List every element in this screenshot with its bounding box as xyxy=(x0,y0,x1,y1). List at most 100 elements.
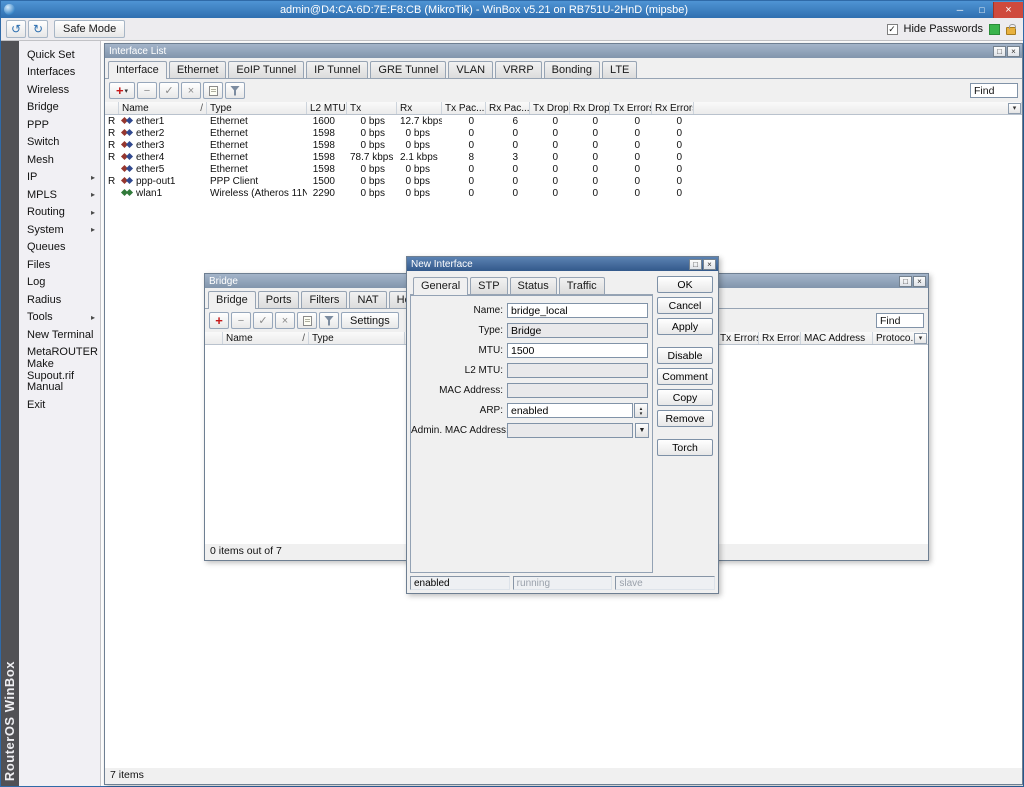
ok-button[interactable]: OK xyxy=(657,276,713,293)
tab-status[interactable]: Status xyxy=(510,277,557,294)
sidebar-item-mesh[interactable]: Mesh xyxy=(19,151,100,169)
bridge-settings-button[interactable]: Settings xyxy=(341,312,399,329)
torch-button[interactable]: Torch xyxy=(657,439,713,456)
column-rx-errors[interactable]: Rx Errors xyxy=(652,102,694,114)
sidebar-item-system[interactable]: System▸ xyxy=(19,221,100,239)
sidebar-item-tools[interactable]: Tools▸ xyxy=(19,309,100,327)
column-flags[interactable] xyxy=(105,102,119,114)
close-button[interactable]: × xyxy=(993,2,1023,18)
column-mac-address[interactable]: MAC Address xyxy=(801,332,873,344)
interface-list-titlebar[interactable]: Interface List □ × xyxy=(105,44,1022,58)
disable-button[interactable]: Disable xyxy=(657,347,713,364)
filter-button[interactable] xyxy=(319,312,339,329)
remove-bridge-button[interactable]: − xyxy=(231,312,251,329)
find-box[interactable]: Find xyxy=(876,313,924,328)
enable-bridge-button[interactable]: ✓ xyxy=(253,312,273,329)
sidebar-item-radius[interactable]: Radius xyxy=(19,291,100,309)
hide-passwords-checkbox[interactable]: ✓ xyxy=(887,24,898,35)
find-box[interactable]: Find xyxy=(970,83,1018,98)
interface-row[interactable]: wlan1 Wireless (Atheros 11N) 2290 0 bps … xyxy=(105,187,1022,199)
tab-interface[interactable]: Interface xyxy=(108,61,167,79)
new-interface-titlebar[interactable]: New Interface □ × xyxy=(407,257,718,271)
tab-lte[interactable]: LTE xyxy=(602,61,637,78)
sidebar-item-bridge[interactable]: Bridge xyxy=(19,99,100,117)
sidebar-item-exit[interactable]: Exit xyxy=(19,396,100,414)
tab-gre-tunnel[interactable]: GRE Tunnel xyxy=(370,61,446,78)
mtu-field[interactable] xyxy=(507,343,648,358)
column-name[interactable]: Name/ xyxy=(223,332,309,344)
tab-vrrp[interactable]: VRRP xyxy=(495,61,542,78)
comment-button[interactable]: Comment xyxy=(657,368,713,385)
interface-row[interactable]: R ether2 Ethernet 1598 0 bps 0 bps 0 0 0… xyxy=(105,127,1022,139)
interface-row[interactable]: R ether3 Ethernet 1598 0 bps 0 bps 0 0 0… xyxy=(105,139,1022,151)
arp-combobox[interactable]: enabled xyxy=(507,403,633,418)
disable-interface-button[interactable]: × xyxy=(181,82,201,99)
app-titlebar[interactable]: admin@D4:CA:6D:7E:F8:CB (MikroTik) - Win… xyxy=(1,1,1023,18)
column-l2mtu[interactable]: L2 MTU xyxy=(307,102,347,114)
name-field[interactable] xyxy=(507,303,648,318)
redo-button[interactable]: ↻ xyxy=(28,20,48,38)
bridge-restore-button[interactable]: □ xyxy=(899,276,912,287)
sidebar-item-interfaces[interactable]: Interfaces xyxy=(19,64,100,82)
tab-bridge[interactable]: Bridge xyxy=(208,291,256,309)
comment-button[interactable] xyxy=(297,312,317,329)
sidebar-item-new-terminal[interactable]: New Terminal xyxy=(19,326,100,344)
sidebar-item-files[interactable]: Files xyxy=(19,256,100,274)
tab-general[interactable]: General xyxy=(413,277,468,295)
tab-stp[interactable]: STP xyxy=(470,277,507,294)
cancel-button[interactable]: Cancel xyxy=(657,297,713,314)
comment-button[interactable] xyxy=(203,82,223,99)
sidebar-item-wireless[interactable]: Wireless xyxy=(19,81,100,99)
column-tx-packet[interactable]: Tx Pac... xyxy=(442,102,486,114)
column-type[interactable]: Type xyxy=(309,332,405,344)
column-flags[interactable] xyxy=(205,332,223,344)
column-tx-errors[interactable]: Tx Errors xyxy=(610,102,652,114)
enable-interface-button[interactable]: ✓ xyxy=(159,82,179,99)
column-rx[interactable]: Rx xyxy=(397,102,442,114)
remove-interface-button[interactable]: − xyxy=(137,82,157,99)
interface-list-restore-button[interactable]: □ xyxy=(993,46,1006,57)
tab-ports[interactable]: Ports xyxy=(258,291,300,308)
tab-eoip-tunnel[interactable]: EoIP Tunnel xyxy=(228,61,304,78)
new-interface-close-button[interactable]: × xyxy=(703,259,716,270)
column-tx-errors[interactable]: Tx Errors xyxy=(717,332,759,344)
column-rx-drops[interactable]: Rx Drops xyxy=(570,102,610,114)
tab-ip-tunnel[interactable]: IP Tunnel xyxy=(306,61,368,78)
column-tx-drops[interactable]: Tx Drops xyxy=(530,102,570,114)
column-rx-packet[interactable]: Rx Pac... xyxy=(486,102,530,114)
arp-spinner-button[interactable]: ▲▼ xyxy=(634,403,648,418)
remove-button[interactable]: Remove xyxy=(657,410,713,427)
maximize-button[interactable]: □ xyxy=(971,2,993,18)
sidebar-item-switch[interactable]: Switch xyxy=(19,134,100,152)
tab-vlan[interactable]: VLAN xyxy=(448,61,493,78)
add-bridge-button[interactable]: + xyxy=(209,312,229,329)
sidebar-item-ppp[interactable]: PPP xyxy=(19,116,100,134)
bridge-close-button[interactable]: × xyxy=(913,276,926,287)
column-tx[interactable]: Tx xyxy=(347,102,397,114)
column-chooser-button[interactable]: ▾ xyxy=(914,333,927,345)
disable-bridge-button[interactable]: × xyxy=(275,312,295,329)
column-name[interactable]: Name/ xyxy=(119,102,207,114)
interface-row[interactable]: R ether4 Ethernet 1598 78.7 kbps 2.1 kbp… xyxy=(105,151,1022,163)
column-chooser-button[interactable]: ▾ xyxy=(1008,103,1021,115)
sidebar-item-quick-set[interactable]: Quick Set xyxy=(19,46,100,64)
undo-button[interactable]: ↺ xyxy=(6,20,26,38)
minimize-button[interactable]: ─ xyxy=(949,2,971,18)
sidebar-item-make-supout[interactable]: Make Supout.rif xyxy=(19,361,100,379)
safe-mode-button[interactable]: Safe Mode xyxy=(54,20,125,38)
tab-filters[interactable]: Filters xyxy=(301,291,347,308)
column-rx-errors[interactable]: Rx Errors xyxy=(759,332,801,344)
column-type[interactable]: Type xyxy=(207,102,307,114)
tab-ethernet[interactable]: Ethernet xyxy=(169,61,227,78)
sidebar-item-mpls[interactable]: MPLS▸ xyxy=(19,186,100,204)
sidebar-item-ip[interactable]: IP▸ xyxy=(19,169,100,187)
tab-nat[interactable]: NAT xyxy=(349,291,386,308)
tab-traffic[interactable]: Traffic xyxy=(559,277,605,294)
interface-row[interactable]: R ether1 Ethernet 1600 0 bps 12.7 kbps 0… xyxy=(105,115,1022,127)
sidebar-item-log[interactable]: Log xyxy=(19,274,100,292)
interface-row[interactable]: ether5 Ethernet 1598 0 bps 0 bps 0 0 0 0… xyxy=(105,163,1022,175)
apply-button[interactable]: Apply xyxy=(657,318,713,335)
admin-mac-dropdown-button[interactable]: ▼ xyxy=(635,423,649,438)
add-interface-button[interactable]: +▾ xyxy=(109,82,135,99)
interface-row[interactable]: R ppp-out1 PPP Client 1500 0 bps 0 bps 0… xyxy=(105,175,1022,187)
